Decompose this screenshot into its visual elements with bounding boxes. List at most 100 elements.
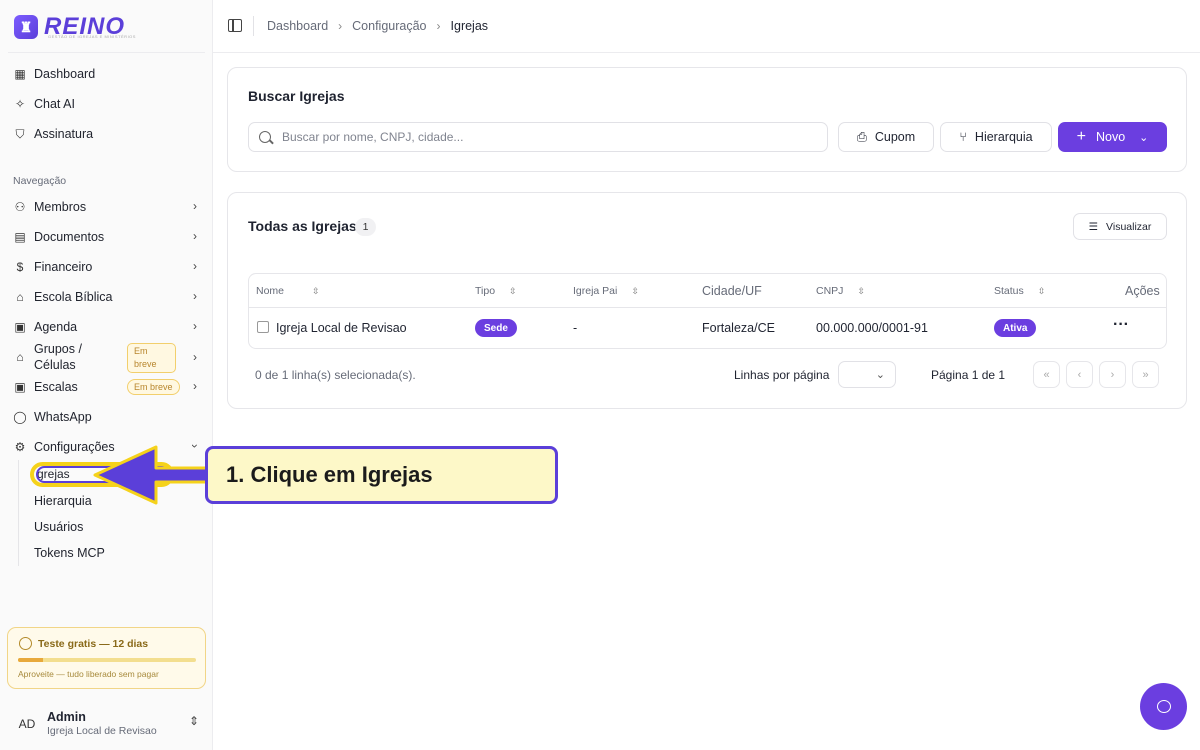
trial-banner[interactable]: Teste gratis — 12 dias Aproveite — tudo … (7, 627, 206, 689)
chevron-left-icon: ‹ (1077, 368, 1082, 381)
coming-soon-badge: Em breve (127, 343, 176, 373)
sort-icon: ⇳ (312, 285, 320, 296)
user-menu[interactable]: AD Admin Igreja Local de Revisao ⇕ (8, 706, 205, 742)
chevron-right-icon: › (338, 19, 343, 33)
cupom-button[interactable]: ⎙ Cupom (838, 122, 934, 152)
card-title: Todas as Igrejas (248, 218, 357, 234)
avatar: AD (18, 717, 36, 731)
type-badge: Sede (475, 319, 517, 337)
chevron-down-icon: ⌄ (875, 369, 885, 381)
search-card: Buscar Igrejas ⎙ Cupom ⑂ Hierarquia + No… (227, 67, 1187, 172)
column-header-cnpj[interactable]: CNPJ ⇳ (816, 285, 865, 297)
sidebar-item-label: Chat AI (34, 97, 75, 111)
chevron-right-icon: › (1110, 368, 1115, 381)
badge-line-2: breve (134, 359, 157, 369)
document-icon: ▤ (14, 230, 26, 244)
cell-cidade: Fortaleza/CE (702, 321, 775, 335)
user-name: Admin (47, 710, 86, 724)
divider (253, 16, 254, 36)
column-label: CNPJ (816, 285, 844, 297)
sidebar-item-label: Escola Bíblica (34, 290, 113, 304)
hierarquia-button[interactable]: ⑂ Hierarquia (940, 122, 1052, 152)
submenu-item-hierarquia[interactable]: Hierarquia (34, 494, 92, 508)
sidebar-item-documentos[interactable]: ▤ Documentos › (8, 224, 205, 250)
chevrons-left-icon: « (1043, 368, 1050, 381)
sidebar-item-membros[interactable]: ⚇ Membros › (8, 194, 205, 220)
search-input[interactable] (282, 128, 812, 146)
chevron-down-icon: ⌄ (1139, 131, 1149, 144)
churches-table-card: Todas as Igrejas 1 ☰ Visualizar Nome ⇳ Ti… (227, 192, 1187, 409)
cell-nome: Igreja Local de Revisao (276, 321, 407, 335)
sidebar-item-label: Grupos / Células (34, 341, 82, 373)
rows-per-page-label: Linhas por página (734, 368, 830, 382)
shield-icon: ⛉ (15, 126, 25, 141)
selection-count: 0 de 1 linha(s) selecionada(s). (255, 368, 416, 382)
home-icon: ⌂ (16, 350, 24, 364)
sidebar-item-label: Agenda (34, 320, 78, 334)
column-header-nome[interactable]: Nome ⇳ (256, 285, 320, 297)
chevron-right-icon: › (193, 229, 197, 243)
sidebar-item-whatsapp[interactable]: ◯ WhatsApp (8, 404, 205, 430)
next-page-button[interactable]: › (1099, 361, 1126, 388)
chevrons-up-down-icon: ⇕ (188, 714, 199, 728)
sidebar-item-chat-ai[interactable]: ✧ Chat AI (8, 91, 205, 117)
visualizar-button[interactable]: ☰ Visualizar (1073, 213, 1167, 240)
plus-icon: + (1076, 128, 1086, 145)
last-page-button[interactable]: » (1132, 361, 1159, 388)
tutorial-callout: 1. Clique em Igrejas (205, 446, 558, 504)
column-header-igreja-pai[interactable]: Igreja Pai ⇳ (573, 285, 639, 297)
sidebar-item-label: Documentos (34, 230, 105, 244)
sidebar-item-assinatura[interactable]: ⛉ Assinatura (8, 121, 205, 147)
chat-bubble-icon (1156, 700, 1171, 713)
cell-igreja-pai: - (573, 321, 578, 335)
table-header: Nome ⇳ Tipo ⇳ Igreja Pai ⇳ Cidade/UF CNPJ ⇳ … (249, 274, 1166, 308)
topbar: Dashboard › Configuração › Igrejas (213, 0, 1200, 53)
column-label: Tipo (475, 285, 496, 297)
sidebar-toggle-icon[interactable] (228, 19, 242, 32)
sidebar-item-financeiro[interactable]: $ Financeiro › (8, 254, 205, 280)
submenu-item-usuarios[interactable]: Usuários (34, 520, 83, 534)
sliders-icon: ☰ (1088, 220, 1099, 233)
column-label: Cidade/UF (702, 284, 762, 298)
coming-soon-badge: Em breve (127, 379, 180, 395)
page-indicator: Página 1 de 1 (931, 368, 1006, 382)
pointer-arrow-icon (93, 445, 209, 505)
breadcrumb-configuracao[interactable]: Configuração (352, 19, 426, 33)
row-actions-button[interactable]: ··· (1113, 316, 1129, 334)
status-badge: Ativa (994, 319, 1037, 337)
search-icon (259, 131, 271, 143)
column-label: Igreja Pai (573, 285, 618, 297)
git-branch-icon: ⑂ (959, 130, 967, 144)
submenu-item-tokens-mcp[interactable]: Tokens MCP (34, 546, 105, 560)
badge-line-1: Em (134, 346, 148, 356)
column-header-tipo[interactable]: Tipo ⇳ (475, 285, 517, 297)
sidebar-item-agenda[interactable]: ▣ Agenda › (8, 314, 205, 340)
chevron-right-icon: › (193, 319, 197, 333)
chevron-right-icon: › (436, 19, 441, 33)
trial-title: Teste gratis — 12 dias (38, 638, 149, 650)
trial-progress-fill (18, 658, 43, 662)
breadcrumb-dashboard[interactable]: Dashboard (267, 19, 328, 33)
section-label: Navegação (13, 175, 67, 187)
search-box[interactable] (248, 122, 828, 152)
chat-fab-button[interactable] (1140, 683, 1187, 730)
calendar-icon: ▣ (14, 320, 26, 334)
sort-icon: ⇳ (509, 285, 517, 296)
printer-icon: ⎙ (856, 129, 867, 144)
sidebar-item-escola-biblica[interactable]: ⌂ Escola Bíblica › (8, 284, 205, 310)
chevron-right-icon: › (193, 289, 197, 303)
graduation-cap-icon: ⌂ (16, 290, 24, 304)
sidebar-item-label: Dashboard (34, 67, 96, 81)
prev-page-button[interactable]: ‹ (1066, 361, 1093, 388)
button-label: Hierarquia (974, 130, 1033, 144)
trial-subtitle: Aproveite — tudo liberado sem pagar (18, 669, 159, 679)
sidebar-item-dashboard[interactable]: ▦ Dashboard (8, 61, 205, 87)
button-label: Cupom (874, 130, 916, 144)
trial-progress-bar (18, 658, 196, 662)
button-label: Visualizar (1106, 220, 1152, 233)
gear-icon: ⚙ (14, 440, 26, 454)
novo-button[interactable]: + Novo ⌄ (1058, 122, 1167, 152)
first-page-button[interactable]: « (1033, 361, 1060, 388)
column-header-status[interactable]: Status ⇳ (994, 285, 1045, 297)
rows-per-page-select[interactable]: ⌄ (838, 361, 896, 388)
